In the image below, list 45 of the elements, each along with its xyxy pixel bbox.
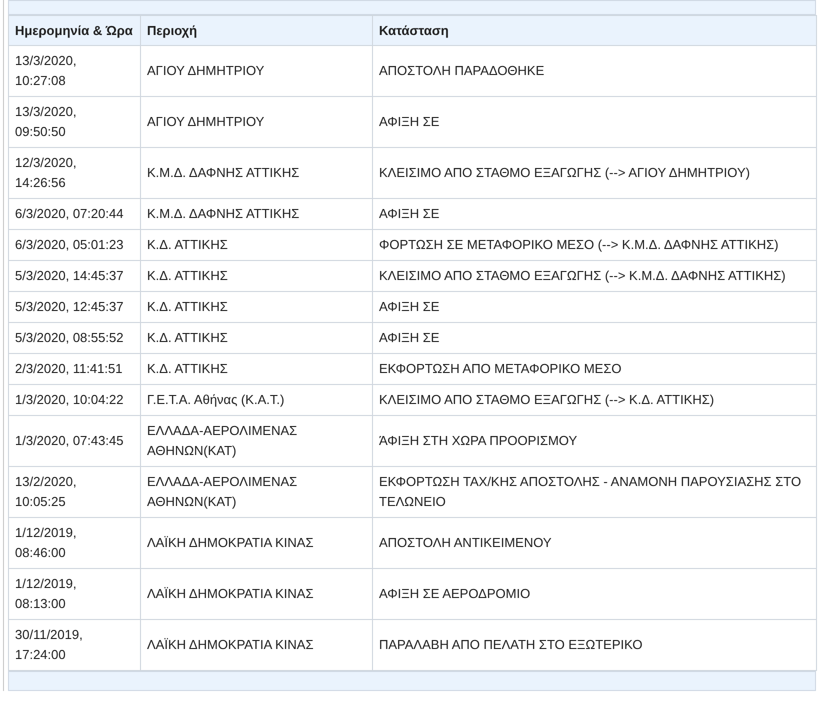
table-cell: ΚΛΕΙΣΙΜΟ ΑΠΟ ΣΤΑΘΜΟ ΕΞΑΓΩΓΗΣ (--> Κ.Δ. ΑΤΤΙΚΗΣ) xyxy=(372,384,816,416)
table-cell: 1/12/2019, 08:46:00 xyxy=(8,518,140,568)
table-cell: ΑΦΙΞΗ ΣΕ ΑΕΡΟΔΡΟΜΙΟ xyxy=(372,568,816,620)
table-cell: 1/3/2020, 10:04:22 xyxy=(8,384,140,416)
table-cell: ΛΑΪΚΗ ΔΗΜΟΚΡΑΤΙΑ ΚΙΝΑΣ xyxy=(140,518,372,568)
table-cell: ΑΦΙΞΗ ΣΕ xyxy=(372,96,816,148)
table-cell: Κ.Δ. ΑΤΤΙΚΗΣ xyxy=(140,292,372,322)
table-cell: ΑΠΟΣΤΟΛΗ ΠΑΡΑΔΟΘΗΚΕ xyxy=(372,46,816,96)
table-cell: 5/3/2020, 14:45:37 xyxy=(8,260,140,292)
table-cell: 6/3/2020, 07:20:44 xyxy=(8,198,140,230)
table-cell: ΕΛΛΑΔΑ-ΑΕΡΟΛΙΜΕΝΑΣ ΑΘΗΝΩΝ(ΚΑΤ) xyxy=(140,416,372,466)
table-cell: ΆΦΙΞΗ ΣΤΗ ΧΩΡΑ ΠΡΟΟΡΙΣΜΟΥ xyxy=(372,416,816,466)
table-cell: 12/3/2020, 14:26:56 xyxy=(8,148,140,198)
table-cell: Κ.Δ. ΑΤΤΙΚΗΣ xyxy=(140,354,372,384)
table-cell: 6/3/2020, 05:01:23 xyxy=(8,230,140,260)
table-cell: ΑΦΙΞΗ ΣΕ xyxy=(372,198,816,230)
table-cell: Κ.Μ.Δ. ΔΑΦΝΗΣ ΑΤΤΙΚΗΣ xyxy=(140,148,372,198)
table-cell: 5/3/2020, 08:55:52 xyxy=(8,322,140,354)
table-cell: ΑΠΟΣΤΟΛΗ ΑΝΤΙΚΕΙΜΕΝΟΥ xyxy=(372,518,816,568)
table-cell: 13/3/2020, 09:50:50 xyxy=(8,96,140,148)
column-header: Περιοχή xyxy=(140,16,372,46)
table-cell: 1/12/2019, 08:13:00 xyxy=(8,568,140,620)
table-cell: ΛΑΪΚΗ ΔΗΜΟΚΡΑΤΙΑ ΚΙΝΑΣ xyxy=(140,568,372,620)
table-cell: Κ.Δ. ΑΤΤΙΚΗΣ xyxy=(140,322,372,354)
table-cell: ΑΓΙΟΥ ΔΗΜΗΤΡΙΟΥ xyxy=(140,46,372,96)
table-cell: ΚΛΕΙΣΙΜΟ ΑΠΟ ΣΤΑΘΜΟ ΕΞΑΓΩΓΗΣ (--> Κ.Μ.Δ. ΔΑΦΝΗΣ ΑΤΤΙΚΗΣ) xyxy=(372,260,816,292)
column-header: Κατάσταση xyxy=(372,16,816,46)
table-cell: Κ.Μ.Δ. ΔΑΦΝΗΣ ΑΤΤΙΚΗΣ xyxy=(140,198,372,230)
table-cell: ΚΛΕΙΣΙΜΟ ΑΠΟ ΣΤΑΘΜΟ ΕΞΑΓΩΓΗΣ (--> ΑΓΙΟΥ ΔΗΜΗΤΡΙΟΥ) xyxy=(372,148,816,198)
table-cell: 13/2/2020, 10:05:25 xyxy=(8,466,140,518)
table-cell: ΑΦΙΞΗ ΣΕ xyxy=(372,322,816,354)
table-cell: ΕΛΛΑΔΑ-ΑΕΡΟΛΙΜΕΝΑΣ ΑΘΗΝΩΝ(ΚΑΤ) xyxy=(140,466,372,518)
column-header: Ημερομηνία & Ώρα xyxy=(8,16,140,46)
table-cell: 1/3/2020, 07:43:45 xyxy=(8,416,140,466)
table-cell: ΦΟΡΤΩΣΗ ΣΕ ΜΕΤΑΦΟΡΙΚΟ ΜΕΣΟ (--> Κ.Μ.Δ. ΔΑΦΝΗΣ ΑΤΤΙΚΗΣ) xyxy=(372,230,816,260)
table-cell: 13/3/2020, 10:27:08 xyxy=(8,46,140,96)
table-cell: 5/3/2020, 12:45:37 xyxy=(8,292,140,322)
table-cell: Κ.Δ. ΑΤΤΙΚΗΣ xyxy=(140,230,372,260)
table-cell: ΕΚΦΟΡΤΩΣΗ ΑΠΟ ΜΕΤΑΦΟΡΙΚΟ ΜΕΣΟ xyxy=(372,354,816,384)
table-cell: ΑΦΙΞΗ ΣΕ xyxy=(372,292,816,322)
table-cell: ΕΚΦΟΡΤΩΣΗ ΤΑΧ/ΚΗΣ ΑΠΟΣΤΟΛΗΣ - ΑΝΑΜΟΝΗ ΠΑΡΟΥΣΙΑΣΗΣ ΣΤΟ ΤΕΛΩΝΕΙΟ xyxy=(372,466,816,518)
table-cell: Γ.Ε.Τ.Α. Αθήνας (Κ.Α.Τ.) xyxy=(140,384,372,416)
table-cell: Κ.Δ. ΑΤΤΙΚΗΣ xyxy=(140,260,372,292)
table-cell: 2/3/2020, 11:41:51 xyxy=(8,354,140,384)
table-cell: ΑΓΙΟΥ ΔΗΜΗΤΡΙΟΥ xyxy=(140,96,372,148)
